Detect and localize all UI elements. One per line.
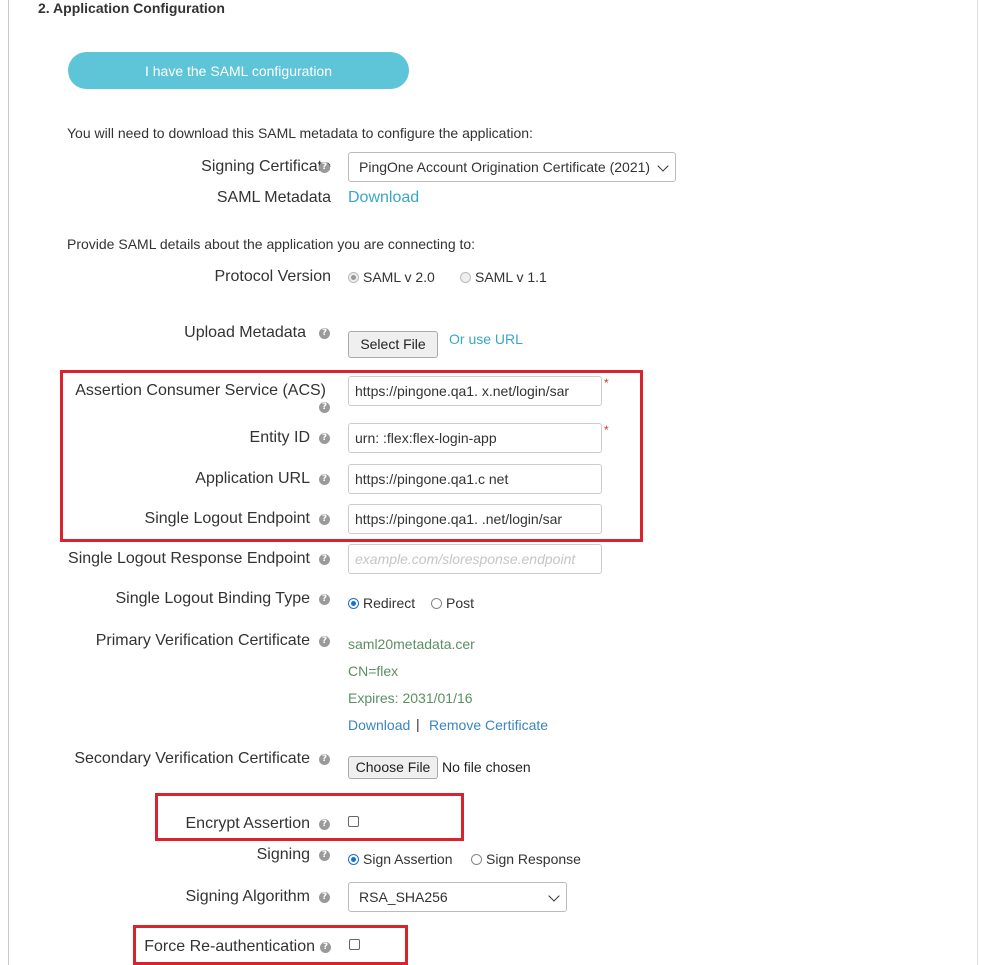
chevron-down-icon [548,890,560,902]
application-url-help-icon[interactable]: ? [319,474,330,485]
upload-metadata-label: Upload Metadata [184,324,306,341]
signing-certificate-value: PingOne Account Origination Certificate … [359,159,651,175]
have-saml-config-button[interactable]: I have the SAML configuration [68,52,409,89]
protocol-saml20-radio [348,271,359,283]
acs-required-marker: * [604,376,609,390]
slo-binding-label: Single Logout Binding Type [115,590,310,607]
section-title: 2. Application Configuration [38,0,225,16]
signing-certificate-label: Signing Certificate [201,158,331,175]
entity-id-help-icon[interactable]: ? [319,433,330,444]
encrypt-assertion-help-icon[interactable]: ? [319,819,330,830]
signing-algorithm-select[interactable]: RSA_SHA256 [348,882,567,912]
sign-assertion-radio[interactable] [348,853,359,865]
signing-algorithm-help-icon[interactable]: ? [319,892,330,903]
slo-response-help-icon[interactable]: ? [319,554,330,565]
signing-algorithm-value: RSA_SHA256 [359,889,448,905]
primary-cert-help-icon[interactable]: ? [319,636,330,647]
slo-binding-redirect-text: Redirect [363,595,416,611]
saml-metadata-label: SAML Metadata [216,189,331,206]
protocol-saml20-text: SAML v 2.0 [363,269,435,285]
protocol-saml11-radio [460,271,471,283]
choose-file-button[interactable]: Choose File [348,756,438,779]
slo-endpoint-help-icon[interactable]: ? [319,514,330,525]
slo-binding-post-text: Post [446,595,475,611]
chevron-down-icon [657,160,669,172]
entity-id-input[interactable]: urn: :flex:flex-login-app [348,423,602,453]
slo-binding-help-icon[interactable]: ? [319,594,330,605]
acs-input[interactable]: https://pingone.qa1. x.net/login/sar [348,376,602,406]
select-file-button[interactable]: Select File [348,331,438,358]
slo-binding-post-option[interactable]: Post [431,595,474,611]
or-use-url-link[interactable]: Or use URL [449,331,523,347]
encrypt-assertion-label: Encrypt Assertion [185,815,311,832]
slo-response-input[interactable]: example.com/sloresponse.endpoint [348,544,602,574]
sign-assertion-text: Sign Assertion [363,851,453,867]
protocol-version-label: Protocol Version [214,268,331,285]
signing-certificate-select[interactable]: PingOne Account Origination Certificate … [348,152,676,182]
slo-binding-redirect-radio[interactable] [348,597,359,609]
slo-binding-post-radio[interactable] [431,597,442,609]
primary-cert-download-link[interactable]: Download [348,717,410,733]
secondary-cert-help-icon[interactable]: ? [319,754,330,765]
slo-endpoint-label: Single Logout Endpoint [144,510,310,527]
saml-metadata-download-link[interactable]: Download [348,189,419,207]
primary-cert-cn: CN=flex [348,663,399,679]
upload-metadata-help-icon[interactable]: ? [319,328,330,339]
sign-response-radio[interactable] [471,853,482,865]
force-reauth-label: Force Re-authentication [144,938,315,955]
slo-endpoint-input[interactable]: https://pingone.qa1. .net/login/sar [348,504,602,534]
panel-right-border [977,0,978,965]
primary-cert-label: Primary Verification Certificate [95,632,310,649]
entity-id-required-marker: * [604,423,609,437]
download-intro-text: You will need to download this SAML meta… [67,125,533,141]
entity-id-label: Entity ID [249,429,310,446]
acs-label: Assertion Consumer Service (ACS) [75,382,326,399]
signing-help-icon[interactable]: ? [319,850,330,861]
primary-cert-expires: Expires: 2031/01/16 [348,690,473,706]
signing-certificate-help-icon[interactable]: ? [319,162,330,173]
no-file-chosen-text: No file chosen [442,759,531,775]
sign-response-option[interactable]: Sign Response [471,851,581,867]
encrypt-assertion-checkbox[interactable] [348,816,359,827]
slo-binding-redirect-option[interactable]: Redirect [348,595,415,611]
signing-label: Signing [256,846,310,863]
protocol-saml11-option: SAML v 1.1 [460,269,547,285]
protocol-saml11-text: SAML v 1.1 [475,269,547,285]
slo-response-label: Single Logout Response Endpoint [68,550,310,567]
force-reauth-help-icon[interactable]: ? [320,942,331,953]
remove-certificate-link[interactable]: Remove Certificate [429,717,548,733]
force-reauth-checkbox[interactable] [349,939,360,950]
application-url-input[interactable]: https://pingone.qa1.c net [348,464,602,494]
sign-response-text: Sign Response [486,851,581,867]
panel-left-border [8,0,9,965]
protocol-saml20-option: SAML v 2.0 [348,269,435,285]
sign-assertion-option[interactable]: Sign Assertion [348,851,453,867]
primary-cert-filename: saml20metadata.cer [348,636,475,652]
application-url-label: Application URL [195,470,310,487]
provide-intro-text: Provide SAML details about the applicati… [67,236,476,252]
signing-algorithm-label: Signing Algorithm [185,888,310,905]
acs-help-icon[interactable]: ? [319,402,330,413]
secondary-cert-label: Secondary Verification Certificate [74,750,310,767]
primary-cert-separator: | [416,716,420,732]
